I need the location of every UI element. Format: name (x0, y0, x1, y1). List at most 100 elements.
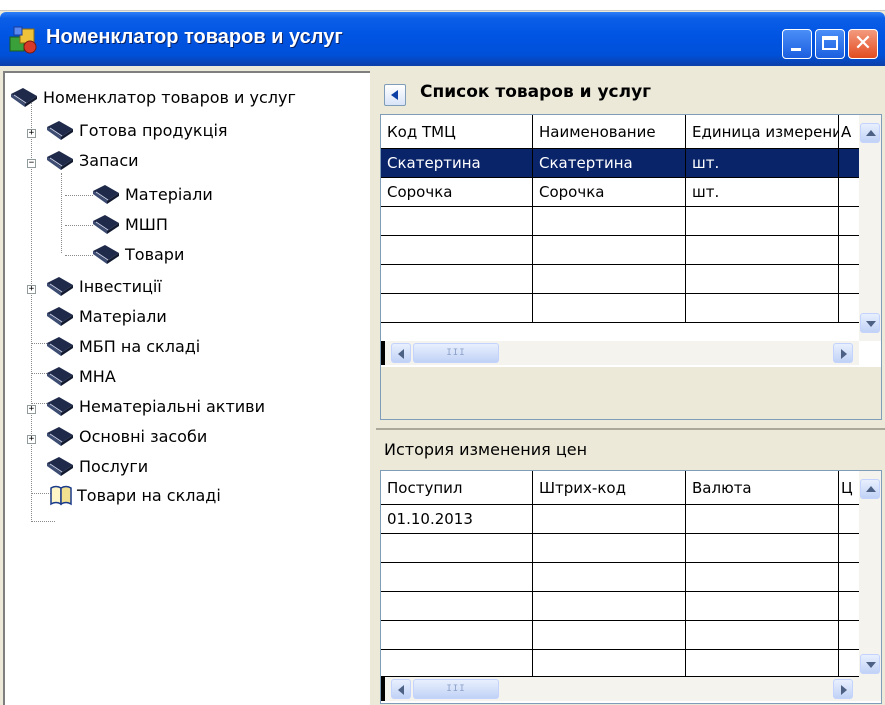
table-cell[interactable]: 01.10.2013 (381, 505, 533, 534)
scroll-thumb[interactable]: III (413, 679, 499, 699)
table-cell[interactable] (533, 236, 686, 265)
table-cell[interactable] (686, 294, 839, 323)
vertical-scrollbar[interactable] (859, 115, 881, 341)
table-cell[interactable] (686, 207, 839, 236)
scroll-right-button[interactable] (833, 679, 853, 699)
table-cell[interactable] (686, 265, 839, 294)
table-cell[interactable]: Скатертина (381, 149, 533, 178)
back-button[interactable] (384, 84, 406, 106)
scroll-up-button[interactable] (860, 123, 880, 143)
table-cell[interactable] (839, 505, 861, 534)
expand-toggle[interactable]: + (27, 129, 36, 138)
scroll-down-button[interactable] (860, 654, 880, 674)
table-cell[interactable] (533, 505, 686, 534)
tree-item-mshp[interactable]: МШП (91, 210, 168, 238)
table-cell[interactable] (839, 265, 861, 294)
table-cell[interactable] (686, 534, 839, 563)
table-cell[interactable] (381, 592, 533, 621)
maximize-button[interactable] (815, 29, 845, 59)
tree-item-fixed-assets[interactable]: Основні засоби (45, 422, 207, 450)
table-cell[interactable] (839, 178, 861, 207)
tree-item-intangibles[interactable]: Нематеріальні активи (45, 392, 265, 420)
collapse-toggle[interactable]: − (27, 159, 36, 168)
table-cell[interactable] (839, 621, 861, 650)
table-cell[interactable] (533, 621, 686, 650)
table-cell[interactable] (839, 207, 861, 236)
table-cell[interactable] (839, 149, 861, 178)
column-header[interactable]: Поступил (381, 471, 533, 505)
table-cell[interactable]: Сорочка (533, 178, 686, 207)
table-cell[interactable] (686, 505, 839, 534)
scroll-up-button[interactable] (860, 479, 880, 499)
column-header[interactable]: Единица измерения (686, 115, 839, 149)
column-header[interactable]: Валюта (686, 471, 839, 505)
table-cell[interactable] (533, 563, 686, 592)
table-cell[interactable] (686, 563, 839, 592)
expand-toggle[interactable]: + (27, 405, 36, 414)
tree-item-mbp[interactable]: МБП на складі (45, 332, 200, 360)
column-header[interactable]: Код ТМЦ (381, 115, 533, 149)
column-header[interactable]: А (839, 115, 861, 149)
column-header[interactable]: Ц (839, 471, 861, 505)
pane-divider[interactable] (376, 428, 885, 430)
tree-item-inventory[interactable]: Запаси (45, 146, 139, 174)
table-cell[interactable]: шт. (686, 149, 839, 178)
horizontal-scrollbar[interactable]: III (381, 341, 859, 365)
table-cell[interactable] (381, 563, 533, 592)
goods-grid[interactable]: Код ТМЦ Наименование Единица измерения А… (380, 114, 882, 420)
table-cell[interactable] (533, 294, 686, 323)
expand-toggle[interactable]: + (27, 285, 36, 294)
table-cell[interactable]: Скатертина (533, 149, 686, 178)
scroll-down-button[interactable] (860, 313, 880, 333)
tree-item-materials[interactable]: Матеріали (45, 302, 167, 330)
table-cell[interactable] (839, 294, 861, 323)
table-cell[interactable] (381, 294, 533, 323)
scroll-left-button[interactable] (391, 679, 411, 699)
horizontal-scrollbar[interactable]: III (381, 677, 881, 701)
price-history-grid[interactable]: Поступил Штрих-код Валюта Ц 01.10.2013 I… (380, 470, 882, 704)
table-cell[interactable] (686, 236, 839, 265)
title-bar[interactable]: Номенклатор товаров и услуг ✕ (0, 12, 885, 66)
scroll-right-button[interactable] (833, 343, 853, 363)
expand-toggle[interactable]: + (27, 435, 36, 444)
tree-item-investments[interactable]: Інвестиції (45, 272, 162, 300)
category-tree[interactable]: Номенклатор товаров и услуг + Готова про… (3, 71, 370, 705)
table-cell[interactable] (533, 207, 686, 236)
table-cell[interactable] (686, 650, 839, 677)
tree-item-finished-goods[interactable]: Готова продукція (45, 116, 228, 144)
table-cell[interactable] (839, 650, 861, 677)
table-cell[interactable] (533, 534, 686, 563)
table-cell[interactable] (533, 650, 686, 677)
close-button[interactable]: ✕ (848, 29, 878, 59)
table-cell[interactable] (839, 592, 861, 621)
tree-root[interactable]: Номенклатор товаров и услуг (9, 83, 296, 111)
scroll-left-button[interactable] (391, 343, 411, 363)
table-cell[interactable] (381, 621, 533, 650)
table-cell[interactable] (381, 236, 533, 265)
tree-item-services[interactable]: Послуги (45, 452, 148, 480)
table-cell[interactable] (686, 621, 839, 650)
column-header[interactable]: Наименование (533, 115, 686, 149)
table-cell[interactable] (839, 236, 861, 265)
tree-item-label: Інвестиції (79, 276, 162, 296)
tree-item-mna[interactable]: МНА (45, 362, 116, 390)
minimize-button[interactable] (782, 29, 812, 59)
table-cell[interactable] (533, 592, 686, 621)
table-cell[interactable] (381, 650, 533, 677)
table-cell[interactable] (839, 534, 861, 563)
table-cell[interactable]: Сорочка (381, 178, 533, 207)
table-cell[interactable] (381, 534, 533, 563)
table-cell[interactable]: шт. (686, 178, 839, 207)
table-cell[interactable] (839, 563, 861, 592)
vertical-scrollbar[interactable] (859, 471, 881, 677)
tree-connector (61, 173, 62, 253)
table-cell[interactable] (686, 592, 839, 621)
scroll-thumb[interactable]: III (413, 343, 499, 363)
table-cell[interactable] (381, 265, 533, 294)
tree-item-warehouse-goods[interactable]: Товари на складі (49, 481, 221, 509)
tree-item-goods-sub[interactable]: Товари (91, 240, 184, 268)
table-cell[interactable] (533, 265, 686, 294)
table-cell[interactable] (381, 207, 533, 236)
tree-item-materials-sub[interactable]: Матеріали (91, 180, 213, 208)
column-header[interactable]: Штрих-код (533, 471, 686, 505)
